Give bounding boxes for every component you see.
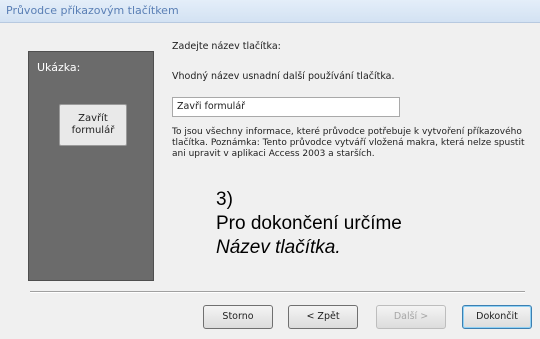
callout-step: 3) (216, 189, 233, 210)
prompt-text: Zadejte název tlačítka: (172, 41, 281, 52)
info-text: To jsou všechny informace, které průvodc… (172, 127, 525, 159)
next-button[interactable]: Další > (376, 305, 446, 329)
callout-line: Pro dokončení určíme (216, 213, 402, 234)
window-title: Průvodce příkazovým tlačítkem (6, 4, 179, 17)
hint-text: Vhodný název usnadní další používání tla… (172, 71, 395, 82)
preview-button: Zavřít formulář (59, 104, 127, 146)
wizard-window: Průvodce příkazovým tlačítkem Ukázka: Za… (0, 0, 540, 339)
button-name-input[interactable]: Zavři formulář (172, 97, 400, 117)
title-bar: Průvodce příkazovým tlačítkem (0, 0, 540, 23)
finish-button[interactable]: Dokončit (462, 305, 532, 329)
preview-area: Ukázka: Zavřít formulář (28, 51, 154, 281)
callout-annotation: 3) Pro dokončení určíme Název tlačítka. (216, 188, 402, 260)
button-name-value: Zavři formulář (177, 101, 246, 112)
callout-emphasis: Název tlačítka. (216, 237, 341, 258)
separator (30, 291, 525, 293)
back-button[interactable]: < Zpět (288, 305, 358, 329)
preview-label: Ukázka: (37, 61, 81, 74)
wizard-panel: Ukázka: Zavřít formulář Zadejte název tl… (0, 23, 540, 339)
cancel-button[interactable]: Storno (203, 305, 273, 329)
